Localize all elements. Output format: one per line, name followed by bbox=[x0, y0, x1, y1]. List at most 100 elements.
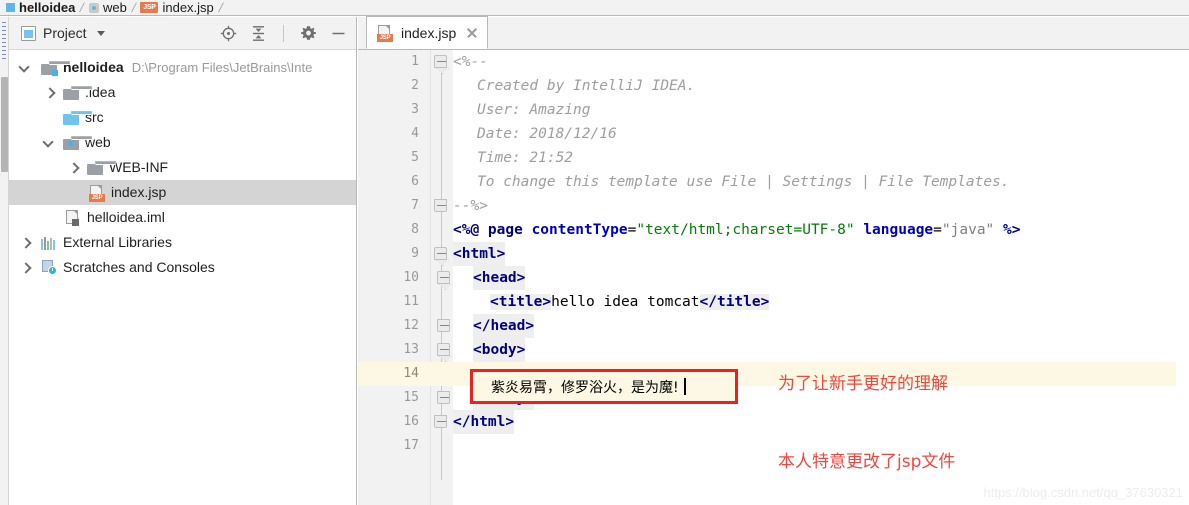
highlighted-content-box[interactable]: 紫炎易霄，修罗浴火，是为魔! bbox=[470, 369, 738, 404]
scrollbar-thumb[interactable] bbox=[1, 77, 8, 172]
fold-slot[interactable] bbox=[431, 338, 453, 362]
code-lines: 1 <%-- 2 Created by IntelliJ IDEA. 3 Use… bbox=[358, 50, 1189, 505]
jsp-attr-language-value: "java" bbox=[941, 222, 995, 238]
code-editor[interactable]: 1 <%-- 2 Created by IntelliJ IDEA. 3 Use… bbox=[358, 50, 1189, 505]
chevron-right-icon[interactable] bbox=[17, 235, 33, 251]
close-icon[interactable] bbox=[466, 27, 478, 39]
fold-slot[interactable] bbox=[431, 50, 453, 74]
code-line[interactable]: 13 <body> bbox=[358, 338, 1189, 362]
tree-node-web[interactable]: web bbox=[9, 130, 356, 155]
code-content: <html> bbox=[453, 242, 506, 266]
breadcrumb-item-web[interactable]: web bbox=[88, 0, 127, 15]
code-line[interactable]: 1 <%-- bbox=[358, 50, 1189, 74]
fold-open-icon bbox=[437, 343, 450, 356]
line-number: 15 bbox=[403, 390, 419, 405]
folder-dot-icon bbox=[88, 2, 99, 13]
code-content: </head> bbox=[473, 314, 535, 338]
chevron-right-icon[interactable] bbox=[41, 85, 57, 101]
module-icon bbox=[6, 3, 15, 12]
code-line[interactable]: 17 bbox=[358, 434, 1189, 458]
annotation-line-2: 本人特意更改了jsp文件 bbox=[778, 452, 956, 472]
folder-icon bbox=[63, 85, 92, 100]
fold-slot[interactable] bbox=[431, 242, 453, 266]
tree-node-index-jsp[interactable]: JSP index.jsp bbox=[9, 180, 356, 205]
fold-slot bbox=[431, 290, 453, 314]
project-panel-title: Project bbox=[43, 25, 87, 41]
chevron-right-icon[interactable] bbox=[17, 260, 33, 276]
tree-node-label: .idea bbox=[85, 84, 116, 100]
fold-open-icon bbox=[434, 55, 447, 68]
fold-close-icon[interactable] bbox=[434, 415, 447, 428]
tree-node-label: Scratches and Consoles bbox=[63, 259, 215, 275]
code-line[interactable]: 5 Time: 21:52 bbox=[358, 146, 1189, 170]
code-line[interactable]: 8 <%@ page contentType = "text/html;charse… bbox=[358, 218, 1189, 242]
title-open-tag: <title> bbox=[490, 294, 552, 310]
tree-node-idea[interactable]: .idea bbox=[9, 80, 356, 105]
breadcrumb-label: web bbox=[102, 0, 127, 15]
code-line[interactable]: 4 Date: 2018/12/16 bbox=[358, 122, 1189, 146]
breadcrumb-label: helloidea bbox=[19, 0, 76, 15]
fold-slot[interactable] bbox=[431, 266, 453, 290]
idea-window: helloidea / web / JSP index.jsp / Projec… bbox=[0, 0, 1189, 505]
fold-slot[interactable] bbox=[431, 410, 453, 434]
code-line[interactable]: 2 Created by IntelliJ IDEA. bbox=[358, 74, 1189, 98]
project-tool-window: Project helloidea D:\Program Files\JetBr… bbox=[9, 17, 357, 505]
project-panel-title-group[interactable]: Project bbox=[9, 25, 105, 41]
code-line[interactable]: 7 --%> bbox=[358, 194, 1189, 218]
line-number: 2 bbox=[411, 78, 419, 93]
fold-close-icon bbox=[437, 319, 450, 332]
collapse-all-icon[interactable] bbox=[250, 25, 267, 42]
code-line[interactable]: 3 User: Amazing bbox=[358, 98, 1189, 122]
chevron-down-icon[interactable] bbox=[96, 30, 105, 36]
text-cursor bbox=[683, 378, 686, 395]
line-number: 17 bbox=[403, 438, 419, 453]
tree-node-label: WEB-INF bbox=[109, 159, 169, 175]
breadcrumb-separator: / bbox=[130, 0, 138, 15]
fold-slot[interactable] bbox=[431, 194, 453, 218]
toolbar-divider bbox=[283, 25, 284, 42]
editor-tab-index-jsp[interactable]: JSP index.jsp bbox=[366, 16, 489, 49]
breadcrumb-item-helloidea[interactable]: helloidea bbox=[6, 0, 76, 15]
breadcrumb: helloidea / web / JSP index.jsp / bbox=[0, 0, 1189, 16]
tree-node-src[interactable]: src bbox=[9, 105, 356, 130]
jsp-attr-contenttype-value: "text/html;charset=UTF-8" bbox=[636, 222, 855, 238]
chevron-right-icon[interactable] bbox=[65, 160, 81, 176]
scratches-icon bbox=[41, 260, 57, 275]
left-edge-scrollbar[interactable] bbox=[0, 17, 9, 505]
fold-close-icon bbox=[434, 199, 447, 212]
fold-open-icon bbox=[437, 271, 450, 284]
code-line[interactable]: 9 <html> bbox=[358, 242, 1189, 266]
code-line[interactable]: 12 </head> bbox=[358, 314, 1189, 338]
breadcrumb-label: index.jsp bbox=[162, 0, 214, 15]
code-content: <head> bbox=[473, 266, 526, 290]
iml-file-icon bbox=[65, 209, 81, 226]
annotation-note: 为了让新手更好的理解 本人特意更改了jsp文件 的内容 bbox=[778, 319, 955, 505]
equals-sign: = bbox=[933, 222, 942, 238]
chevron-down-icon[interactable] bbox=[41, 135, 57, 151]
line-number: 7 bbox=[411, 198, 419, 213]
tree-node-web-inf[interactable]: WEB-INF bbox=[9, 155, 356, 180]
locate-icon[interactable] bbox=[220, 25, 237, 42]
tree-node-helloidea[interactable]: helloidea D:\Program Files\JetBrains\Int… bbox=[9, 55, 356, 80]
jsp-directive-open: <%@ bbox=[453, 222, 488, 238]
code-line[interactable]: 11 <title>hello idea tomcat</title> bbox=[358, 290, 1189, 314]
code-line[interactable]: 10 <head> bbox=[358, 266, 1189, 290]
minimize-icon[interactable] bbox=[330, 25, 347, 42]
gear-icon[interactable] bbox=[300, 25, 317, 42]
tree-node-label: src bbox=[85, 109, 104, 125]
tree-node-external-libraries[interactable]: External Libraries bbox=[9, 230, 356, 255]
line-number: 4 bbox=[411, 126, 419, 141]
chevron-down-icon[interactable] bbox=[17, 60, 33, 76]
tree-node-helloidea-iml[interactable]: helloidea.iml bbox=[9, 205, 356, 230]
editor-scrollbar-lane[interactable] bbox=[1176, 84, 1189, 505]
code-line[interactable]: 6 To change this template use File | Set… bbox=[358, 170, 1189, 194]
code-line[interactable]: 16 </html> bbox=[358, 410, 1189, 434]
tree-node-label: web bbox=[85, 134, 111, 150]
tree-node-label: helloidea.iml bbox=[87, 209, 165, 225]
tree-node-scratches-and-consoles[interactable]: Scratches and Consoles bbox=[9, 255, 356, 280]
fold-slot[interactable] bbox=[431, 386, 453, 410]
fold-slot bbox=[431, 218, 453, 242]
fold-slot[interactable] bbox=[431, 314, 453, 338]
code-content: <title>hello idea tomcat</title> bbox=[490, 290, 770, 314]
breadcrumb-item-index-jsp[interactable]: JSP index.jsp bbox=[140, 0, 214, 15]
